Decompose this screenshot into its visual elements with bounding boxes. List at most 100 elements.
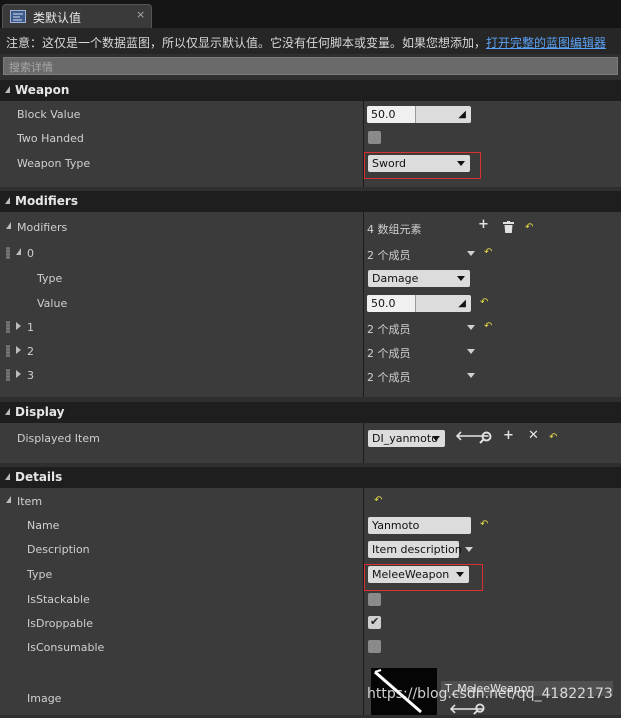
element-index: 1	[27, 321, 34, 334]
resize-grip-icon: ◢	[458, 109, 466, 120]
drag-handle-icon[interactable]	[6, 321, 10, 333]
displayed-item-value: DI_yanmoto	[372, 432, 438, 445]
watermark: https://blog.csdn.net/qq_41822173	[367, 686, 613, 702]
chevron-down-icon	[432, 436, 440, 441]
search-input[interactable]: 搜索详情	[3, 57, 618, 75]
section-title: Details	[15, 470, 63, 484]
name-value: Yanmoto	[372, 519, 420, 532]
column-divider[interactable]	[363, 488, 364, 715]
description-label: Description	[27, 543, 90, 556]
weapon-type-dropdown[interactable]: Sword	[368, 155, 470, 172]
modifier-type-value: Damage	[372, 272, 419, 285]
search-icon[interactable]	[473, 703, 485, 715]
column-divider[interactable]	[363, 423, 364, 463]
expand-arrow-icon[interactable]	[16, 248, 21, 255]
drag-handle-icon[interactable]	[6, 247, 10, 259]
is-droppable-checkbox[interactable]: ✔	[368, 615, 381, 629]
element-index: 3	[27, 369, 34, 382]
is-stackable-checkbox[interactable]	[368, 593, 381, 606]
search-placeholder: 搜索详情	[9, 61, 53, 74]
element-members: 2 个成员	[367, 371, 411, 384]
modifier-value-text: 50.0	[371, 297, 396, 310]
reset-to-default-icon[interactable]: ↶	[525, 222, 533, 233]
collapse-arrow-icon[interactable]	[5, 473, 10, 480]
modifiers-pane	[0, 212, 621, 397]
chevron-down-icon[interactable]	[467, 349, 475, 354]
block-value-label: Block Value	[17, 108, 81, 121]
chevron-down-icon[interactable]	[467, 251, 475, 256]
tab-close-icon[interactable]: ×	[136, 8, 145, 21]
chevron-down-icon	[456, 572, 464, 577]
two-handed-checkbox[interactable]	[368, 131, 381, 144]
chevron-down-icon[interactable]	[465, 547, 473, 552]
resize-grip-icon: ◢	[458, 298, 466, 309]
item-type-dropdown[interactable]: MeleeWeapon	[368, 566, 469, 583]
chevron-down-icon	[457, 161, 465, 166]
chevron-down-icon[interactable]	[467, 373, 475, 378]
collapsed-arrow-icon[interactable]	[16, 346, 21, 354]
expand-arrow-icon[interactable]	[6, 496, 11, 503]
collapse-arrow-icon[interactable]	[5, 408, 10, 415]
two-handed-label: Two Handed	[17, 132, 84, 145]
description-field[interactable]: Item description	[368, 541, 462, 558]
expand-arrow-icon[interactable]	[6, 222, 11, 229]
modifier-value-spinbox[interactable]: 50.0 ◢	[367, 295, 471, 312]
tab-class-defaults[interactable]: 类默认值 ×	[2, 4, 152, 28]
displayed-item-picker[interactable]: DI_yanmoto	[368, 430, 445, 447]
section-header-details[interactable]: Details	[0, 467, 621, 488]
is-droppable-label: IsDroppable	[27, 617, 93, 630]
reset-to-default-icon[interactable]: ↶	[549, 432, 557, 443]
displayed-item-label: Displayed Item	[17, 432, 100, 445]
element-members: 2 个成员	[367, 347, 411, 360]
section-header-weapon[interactable]: Weapon	[0, 80, 621, 101]
column-divider[interactable]	[363, 212, 364, 397]
tab-title: 类默认值	[33, 11, 82, 25]
trash-icon[interactable]	[503, 221, 514, 233]
element-members: 2 个成员	[367, 249, 411, 262]
section-header-display[interactable]: Display	[0, 402, 621, 423]
section-header-modifiers[interactable]: Modifiers	[0, 191, 621, 212]
image-label: Image	[27, 692, 62, 705]
block-value-spinbox[interactable]: 50.0 ◢	[367, 106, 471, 123]
notice-text: 注意：这仅是一个数据蓝图，所以仅显示默认值。它没有任何脚本或变量。如果您想添加，	[6, 36, 487, 50]
description-value: Item description	[372, 543, 462, 556]
type-label: Type	[37, 272, 63, 285]
modifier-type-dropdown[interactable]: Damage	[368, 270, 470, 287]
weapon-pane	[0, 101, 621, 187]
array-count: 4 数组元素	[367, 223, 422, 236]
reset-to-default-icon[interactable]: ↶	[480, 519, 488, 530]
section-title: Weapon	[15, 83, 70, 97]
name-label: Name	[27, 519, 60, 532]
collapsed-arrow-icon[interactable]	[16, 322, 21, 330]
element-index: 2	[27, 345, 34, 358]
clear-icon[interactable]: ✕	[528, 428, 539, 443]
collapsed-arrow-icon[interactable]	[16, 370, 21, 378]
add-element-icon[interactable]: +	[478, 217, 489, 232]
open-full-editor-link[interactable]: 打开完整的蓝图编辑器	[486, 34, 606, 51]
weapon-type-value: Sword	[372, 157, 407, 170]
is-consumable-checkbox[interactable]	[368, 640, 381, 653]
tab-bar: 类默认值 ×	[0, 0, 621, 28]
search-icon[interactable]	[479, 431, 492, 444]
block-value-text: 50.0	[371, 108, 396, 121]
weapon-type-label: Weapon Type	[17, 157, 91, 170]
is-consumable-label: IsConsumable	[27, 641, 105, 654]
is-stackable-label: IsStackable	[27, 593, 90, 606]
value-label: Value	[37, 297, 68, 310]
reset-to-default-icon[interactable]: ↶	[374, 495, 382, 506]
collapse-arrow-icon[interactable]	[5, 86, 10, 93]
drag-handle-icon[interactable]	[6, 369, 10, 381]
notice-bar: 注意：这仅是一个数据蓝图，所以仅显示默认值。它没有任何脚本或变量。如果您想添加，…	[0, 28, 621, 54]
reset-to-default-icon[interactable]: ↶	[484, 321, 492, 332]
drag-handle-icon[interactable]	[6, 345, 10, 357]
collapse-arrow-icon[interactable]	[5, 197, 10, 204]
reset-to-default-icon[interactable]: ↶	[484, 247, 492, 258]
modifiers-array-label: Modifiers	[17, 221, 68, 234]
section-title: Modifiers	[15, 194, 78, 208]
item-type-value: MeleeWeapon	[372, 568, 450, 581]
type-label: Type	[27, 568, 53, 581]
add-icon[interactable]: +	[503, 428, 514, 443]
name-field[interactable]: Yanmoto	[368, 517, 471, 534]
reset-to-default-icon[interactable]: ↶	[480, 297, 488, 308]
chevron-down-icon[interactable]	[467, 325, 475, 330]
